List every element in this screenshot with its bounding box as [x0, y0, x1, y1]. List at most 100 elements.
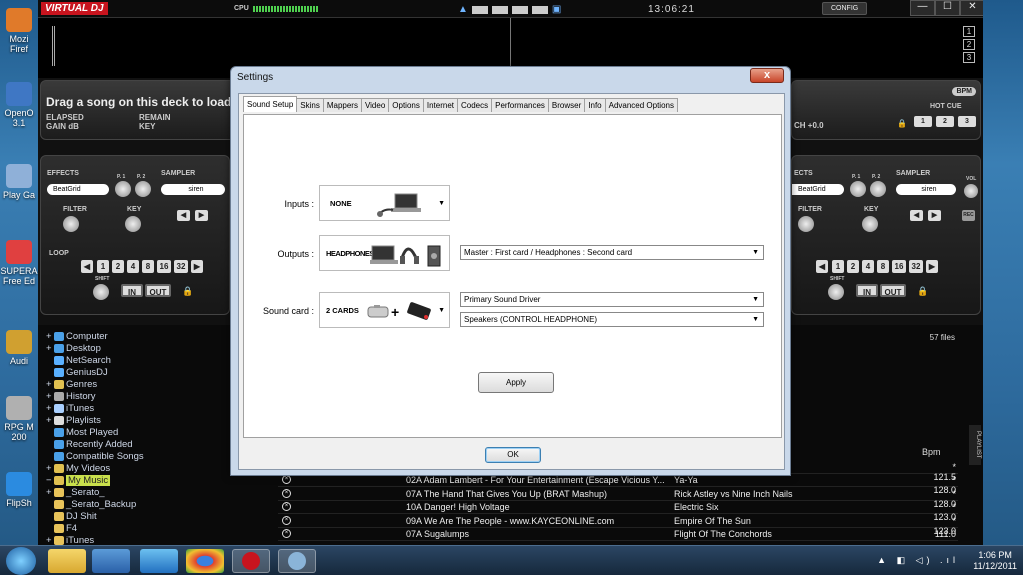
outputs-select[interactable]: HEADPHONES — [319, 235, 450, 271]
filter-knob[interactable] — [63, 216, 79, 232]
loop-prev-button[interactable]: ◀ — [81, 260, 93, 273]
loop-4-button[interactable]: 4 — [127, 260, 139, 273]
loop-8-button[interactable]: 8 — [877, 260, 889, 273]
settings-taskbar-icon[interactable] — [278, 549, 316, 573]
tab-performances[interactable]: Performances — [491, 98, 549, 112]
record-button[interactable]: REC — [962, 210, 975, 221]
loop-in-button[interactable]: IN — [856, 284, 878, 297]
hot-cue-2-button[interactable]: 2 — [936, 116, 954, 127]
loop-prev-button[interactable]: ◀ — [816, 260, 828, 273]
tree-expander[interactable]: + — [46, 379, 52, 390]
tree-item[interactable]: Compatible Songs — [46, 451, 144, 462]
loop-16-button[interactable]: 16 — [892, 260, 906, 273]
key-knob[interactable] — [125, 216, 141, 232]
media-player-taskbar-icon[interactable] — [92, 549, 130, 573]
loop-4-button[interactable]: 4 — [862, 260, 874, 273]
tree-item[interactable]: + History — [46, 391, 96, 402]
shift-knob[interactable] — [828, 284, 844, 300]
tree-item[interactable]: Recently Added — [46, 439, 133, 450]
desktop-icon-flipshare[interactable]: FlipSh — [0, 472, 38, 508]
desktop-icon-openoffice[interactable]: OpenO 3.1 — [0, 82, 38, 128]
tree-item[interactable]: Most Played — [46, 427, 118, 438]
minimize-button[interactable]: — — [910, 0, 935, 16]
effect-p2-knob[interactable] — [870, 181, 886, 197]
explorer-taskbar-icon[interactable] — [48, 549, 86, 573]
tab-browser[interactable]: Browser — [547, 98, 586, 112]
maximize-button[interactable]: ☐ — [935, 0, 960, 16]
tree-expander[interactable]: + — [46, 535, 52, 545]
tree-item[interactable]: + iTunes — [46, 403, 94, 414]
tree-item[interactable]: + Playlists — [46, 415, 101, 426]
deck-1-button[interactable]: 1 — [963, 26, 975, 37]
system-tray-icons[interactable]: ▲ ◧ ◁) .ıl — [877, 555, 959, 566]
sound-driver-select[interactable]: Primary Sound Driver ▼ — [460, 292, 764, 307]
loop-in-button[interactable]: IN — [121, 284, 143, 297]
loop-next-button[interactable]: ▶ — [191, 260, 203, 273]
tree-item[interactable]: NetSearch — [46, 355, 111, 366]
deck-3-button[interactable]: 3 — [963, 52, 975, 63]
shift-knob[interactable] — [93, 284, 109, 300]
effect-p1-knob[interactable] — [850, 181, 866, 197]
loop-2-button[interactable]: 2 — [847, 260, 859, 273]
tree-expander[interactable]: + — [46, 343, 52, 354]
sampler-select[interactable]: siren — [161, 184, 225, 195]
filter-knob[interactable] — [798, 216, 814, 232]
output-config-select[interactable]: Master : First card / Headphones : Secon… — [460, 245, 764, 260]
track-row[interactable]: × 07A The Hand That Gives You Up (BRAT Ma… — [278, 488, 958, 509]
tree-item[interactable]: F4 — [46, 523, 77, 534]
virtualdj-taskbar-icon[interactable] — [232, 549, 270, 573]
internet-explorer-taskbar-icon[interactable] — [140, 549, 178, 573]
ok-button[interactable]: OK — [485, 447, 541, 463]
desktop-icon-audio[interactable]: Audi — [0, 330, 38, 366]
loop-out-button[interactable]: OUT — [880, 284, 906, 297]
tree-item[interactable]: + Genres — [46, 379, 97, 390]
config-button[interactable]: CONFIG — [822, 2, 868, 15]
tree-expander[interactable]: + — [46, 391, 52, 402]
dialog-close-button[interactable]: x — [750, 68, 784, 83]
tree-expander[interactable]: + — [46, 415, 52, 426]
tree-item[interactable]: _Serato_Backup — [46, 499, 136, 510]
tab-video[interactable]: Video — [360, 98, 390, 112]
loop-16-button[interactable]: 16 — [157, 260, 171, 273]
tab-mappers[interactable]: Mappers — [322, 98, 362, 112]
tab-info[interactable]: Info — [584, 98, 606, 112]
bpm-column-header[interactable]: Bpm — [922, 447, 941, 457]
loop-1-button[interactable]: 1 — [97, 260, 109, 273]
effect-select[interactable]: BeatGrid — [47, 184, 109, 195]
start-button[interactable] — [6, 547, 36, 575]
track-row[interactable]: × 09A We Are The People - www.KAYCEONLINE… — [278, 515, 958, 536]
tree-expander[interactable]: + — [46, 487, 52, 498]
hot-cue-3-button[interactable]: 3 — [958, 116, 976, 127]
sampler-prev-button[interactable]: ◀ — [910, 210, 923, 221]
track-row[interactable]: × 10A Danger! High Voltage Electric Six * 1… — [278, 501, 958, 522]
playlist-side-tab[interactable]: PLAYLIST — [969, 425, 981, 465]
tree-item[interactable]: + _Serato_ — [46, 487, 105, 498]
tree-item[interactable]: + Computer — [46, 331, 108, 342]
key-knob[interactable] — [862, 216, 878, 232]
tree-expander[interactable]: + — [46, 403, 52, 414]
tab-sound-setup[interactable]: Sound Setup — [243, 96, 298, 112]
chrome-taskbar-icon[interactable] — [186, 549, 224, 573]
tab-options[interactable]: Options — [388, 98, 424, 112]
inputs-select[interactable]: NONE ▼ — [319, 185, 450, 221]
loop-next-button[interactable]: ▶ — [926, 260, 938, 273]
tree-expander[interactable]: + — [46, 463, 52, 474]
deck-2-button[interactable]: 2 — [963, 39, 975, 50]
sampler-prev-button[interactable]: ◀ — [177, 210, 190, 221]
loop-8-button[interactable]: 8 — [142, 260, 154, 273]
loop-1-button[interactable]: 1 — [832, 260, 844, 273]
sampler-next-button[interactable]: ▶ — [195, 210, 208, 221]
tree-item[interactable]: GeniusDJ — [46, 367, 108, 378]
desktop-icon-rpg-maker[interactable]: RPG M 200 — [0, 396, 38, 442]
crossfader-display[interactable]: ▲ ▣ — [458, 4, 561, 15]
tab-codecs[interactable]: Codecs — [457, 98, 493, 112]
desktop-icon-play-games[interactable]: Play Ga — [0, 164, 38, 200]
track-row[interactable]: × 02A Adam Lambert - For Your Entertainme… — [278, 474, 958, 495]
tab-internet[interactable]: Internet — [422, 98, 458, 112]
loop-2-button[interactable]: 2 — [112, 260, 124, 273]
loop-out-button[interactable]: OUT — [145, 284, 171, 297]
tree-item[interactable]: DJ Shit — [46, 511, 97, 522]
tree-item[interactable]: + My Videos — [46, 463, 110, 474]
track-row[interactable]: × 07A Sugalumps Flight Of The Conchords 111… — [278, 528, 958, 541]
soundcard-select[interactable]: 2 CARDS + ▼ — [319, 292, 450, 328]
